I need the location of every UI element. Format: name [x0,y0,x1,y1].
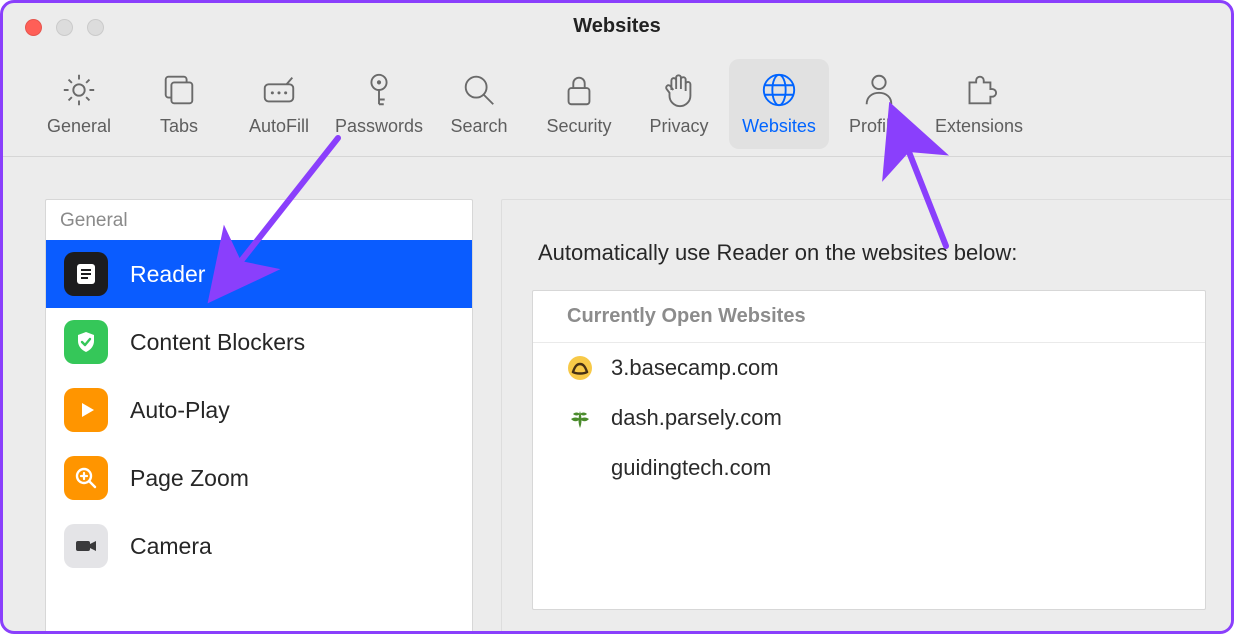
shield-check-icon [64,320,108,364]
sidebar-item-label: Camera [130,533,212,560]
website-domain: guidingtech.com [611,455,771,481]
toolbar-label: Passwords [335,116,423,137]
sidebar-item-reader[interactable]: Reader [46,240,472,308]
parsely-favicon [567,405,593,431]
hand-icon [659,70,699,110]
toolbar-item-autofill[interactable]: AutoFill [229,59,329,149]
toolbar-label: Privacy [649,116,708,137]
toolbar-label: Tabs [160,116,198,137]
camera-icon [64,524,108,568]
website-row[interactable]: 3.basecamp.com [533,343,1205,393]
websites-table: Currently Open Websites 3.basecamp.com d… [532,290,1206,610]
sidebar-item-auto-play[interactable]: Auto-Play [46,376,472,444]
preferences-body: General Reader Content Blockers [3,157,1231,631]
autofill-icon [259,70,299,110]
website-row[interactable]: guidingtech.com [533,443,1205,493]
settings-sidebar: General Reader Content Blockers [45,199,473,634]
websites-table-header: Currently Open Websites [533,291,1205,343]
toolbar-item-search[interactable]: Search [429,59,529,149]
lock-icon [559,70,599,110]
toolbar-label: Search [450,116,507,137]
sidebar-item-page-zoom[interactable]: Page Zoom [46,444,472,512]
gear-icon [59,70,99,110]
blank-favicon [567,455,593,481]
sidebar-item-content-blockers[interactable]: Content Blockers [46,308,472,376]
main-heading: Automatically use Reader on the websites… [502,200,1234,290]
globe-icon [759,70,799,110]
reader-icon [64,252,108,296]
toolbar-item-security[interactable]: Security [529,59,629,149]
sidebar-item-label: Auto-Play [130,397,230,424]
website-row[interactable]: dash.parsely.com [533,393,1205,443]
website-domain: 3.basecamp.com [611,355,779,381]
sidebar-list: Reader Content Blockers Auto-Play [46,240,472,580]
toolbar-label: Websites [742,116,816,137]
preferences-window: Websites General Tabs AutoFill Passwor [0,0,1234,634]
tabs-icon [159,70,199,110]
basecamp-favicon [567,355,593,381]
sidebar-item-label: Content Blockers [130,329,305,356]
sidebar-item-label: Page Zoom [130,465,249,492]
toolbar-label: Profiles [849,116,909,137]
toolbar-item-privacy[interactable]: Privacy [629,59,729,149]
main-panel: Automatically use Reader on the websites… [501,199,1234,634]
sidebar-item-label: Reader [130,261,205,288]
window-title: Websites [3,15,1231,38]
key-icon [359,70,399,110]
toolbar-item-general[interactable]: General [29,59,129,149]
sidebar-section-header: General [46,200,472,240]
zoom-icon [64,456,108,500]
toolbar-label: AutoFill [249,116,309,137]
sidebar-item-camera[interactable]: Camera [46,512,472,580]
toolbar-label: Extensions [935,116,1023,137]
website-domain: dash.parsely.com [611,405,782,431]
search-icon [459,70,499,110]
toolbar-label: General [47,116,111,137]
play-icon [64,388,108,432]
toolbar-item-passwords[interactable]: Passwords [329,59,429,149]
person-icon [859,70,899,110]
preferences-toolbar: General Tabs AutoFill Passwords Search [3,51,1231,157]
puzzle-icon [959,70,999,110]
toolbar-item-profiles[interactable]: Profiles [829,59,929,149]
toolbar-item-extensions[interactable]: Extensions [929,59,1029,149]
toolbar-item-tabs[interactable]: Tabs [129,59,229,149]
toolbar-label: Security [546,116,611,137]
toolbar-item-websites[interactable]: Websites [729,59,829,149]
